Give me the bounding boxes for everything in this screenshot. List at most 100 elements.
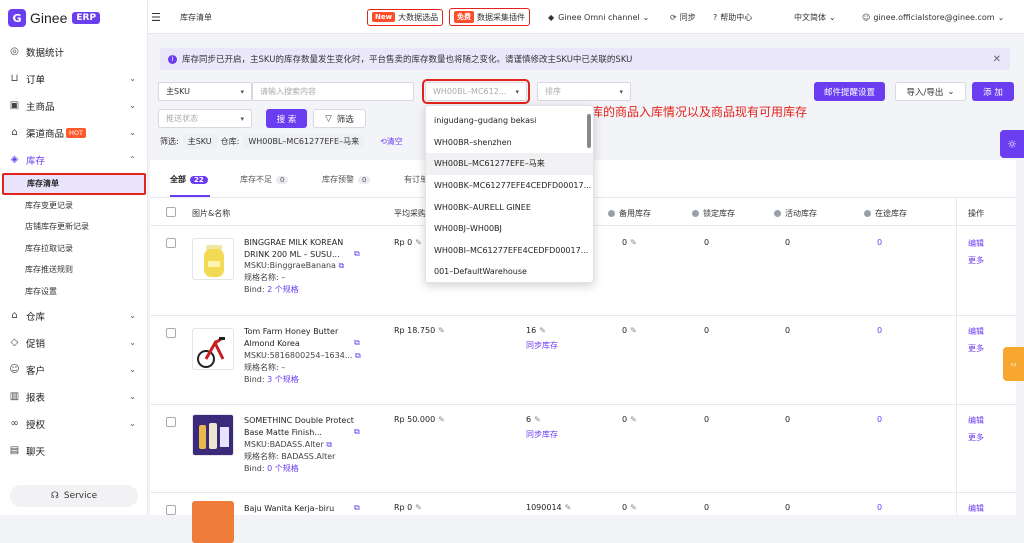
edit-button[interactable]: 编辑 [968,326,984,337]
copy-icon[interactable]: ⧉ [354,503,360,513]
edit-button[interactable]: 编辑 [968,415,984,426]
add-button[interactable]: 添 加 [972,82,1014,101]
push-status-select[interactable]: 推送状态 ▾ [158,109,252,128]
transit-stock[interactable]: 0 [877,326,882,335]
product-name[interactable]: Baju Wanita Kerja–biru [244,503,354,515]
edit-pencil-icon[interactable]: ✎ [415,238,422,247]
filter-chip-warehouse[interactable]: WH00BL–MC61277EFE–马来 [243,133,365,149]
warehouse-option[interactable]: WH00BK–MC61277EFE4CEDFD00017... [426,175,593,197]
warehouse-option[interactable]: inigudang–gudang bekasi [426,110,593,132]
more-button[interactable]: 更多 [968,343,984,354]
warehouse-option[interactable]: WH00BJ–WH00BJ [426,218,593,240]
language-select[interactable]: 中文简体 ⌄ [794,0,836,34]
filter-chip-sku[interactable]: 主SKU [182,133,217,149]
omni-channel-menu[interactable]: ◆ Ginee Omni channel ⌄ [548,0,649,34]
help-center-button[interactable]: ? 帮助中心 [713,0,752,34]
sidebar-sub-inventory-changes[interactable]: 库存变更记录 [0,195,148,217]
sync-stock-button[interactable]: 同步库存 [526,340,558,351]
row-checkbox[interactable] [166,238,176,248]
search-input[interactable]: 请输入搜索内容 [252,82,414,101]
sidebar-item-channel-products[interactable]: ⌂ 渠道商品 HOT ⌄ [0,119,148,146]
edit-pencil-icon[interactable]: ✎ [630,326,637,335]
sku-type-select[interactable]: 主SKU ▾ [158,82,252,101]
sidebar-item-warehouse[interactable]: ⌂ 仓库 ⌄ [0,302,148,329]
product-name[interactable]: Tom Farm Honey Butter Almond Korea [244,326,354,349]
filter-button[interactable]: ▽ 筛选 [313,109,366,128]
sidebar-item-chat[interactable]: ▤ 聊天 [0,437,148,464]
plugin-button[interactable]: 免费 数据采集插件 [449,0,530,34]
product-name[interactable]: SOMETHINC Double Protect Base Matte Fini… [244,415,354,438]
warehouse-option[interactable]: 001–DefaultWarehouse [426,261,593,282]
search-button[interactable]: 搜 索 [266,109,307,128]
edit-pencil-icon[interactable]: ✎ [534,415,541,424]
tab-all[interactable]: 全部 22 [170,174,208,185]
row-checkbox[interactable] [166,328,176,338]
warehouse-option[interactable]: WH00BI–MC61277EFE4CEDFD00017... [426,240,593,262]
sidebar-sub-push-rules[interactable]: 库存推送规则 [0,259,148,281]
edit-pencil-icon[interactable]: ✎ [630,238,637,247]
sidebar-item-products[interactable]: ▣ 主商品 ⌄ [0,92,148,119]
tab-low-stock[interactable]: 库存不足 0 [240,174,289,185]
menu-toggle-icon[interactable]: ☰ [151,0,161,34]
warehouse-option[interactable]: WH00BR–shenzhen [426,132,593,154]
copy-icon[interactable]: ⧉ [354,338,360,348]
edit-pencil-icon[interactable]: ✎ [438,415,445,424]
transit-stock[interactable]: 0 [877,238,882,247]
product-name[interactable]: BINGGRAE MILK KOREAN DRINK 200 ML – SUSU… [244,237,354,260]
more-button[interactable]: 更多 [968,255,984,266]
sync-button[interactable]: ⟳ 同步 [670,0,696,34]
edit-pencil-icon[interactable]: ✎ [630,415,637,424]
sidebar-item-orders[interactable]: ⊔ 订单 ⌄ [0,65,148,92]
edit-pencil-icon[interactable]: ✎ [415,503,422,512]
sync-stock-button[interactable]: 同步库存 [526,429,558,440]
account-menu[interactable]: ☺ ginee.officialstore@ginee.com ⌄ [862,0,1004,34]
sidebar-sub-stock-pull-log[interactable]: 库存拉取记录 [0,238,148,260]
mail-reminder-button[interactable]: 邮件提醒设置 [814,82,885,101]
more-button[interactable]: 更多 [968,432,984,443]
sidebar-item-authorization[interactable]: ∞ 授权 ⌄ [0,410,148,437]
bigdata-button[interactable]: New 大数据选品 [367,0,444,34]
tab-stock-warning[interactable]: 库存预警 0 [322,174,371,185]
edit-pencil-icon[interactable]: ✎ [539,326,546,335]
sidebar-sub-store-stock-updates[interactable]: 店铺库存更新记录 [0,216,148,238]
transit-stock[interactable]: 0 [877,503,882,512]
sidebar-item-dashboard[interactable]: ◎ 数据统计 [0,38,148,65]
logo[interactable]: G Ginee ERP [8,8,101,28]
clear-filters-button[interactable]: ⟲清空 [380,136,403,147]
copy-icon[interactable]: ⧉ [326,440,332,449]
sidebar-sub-inventory-list[interactable]: 库存清单 [2,173,146,195]
locked-stock: 0 [704,503,710,512]
sidebar-item-promotions[interactable]: ◇ 促销 ⌄ [0,329,148,356]
bind-link[interactable]: 0 个规格 [267,464,299,473]
sidebar-item-inventory[interactable]: ◈ 库存 ⌃ [0,146,148,173]
copy-icon[interactable]: ⧉ [355,351,361,360]
edit-button[interactable]: 编辑 [968,503,984,514]
dropdown-scrollbar[interactable] [587,114,591,148]
tips-bulb-icon[interactable]: ☼ [1000,130,1024,158]
edit-button[interactable]: 编辑 [968,238,984,249]
warehouse-select[interactable]: WH00BL–MC612... ▾ [422,79,530,104]
edit-pencil-icon[interactable]: ✎ [565,503,572,512]
row-checkbox[interactable] [166,417,176,427]
copy-icon[interactable]: ⧉ [354,249,360,259]
sort-select[interactable]: 排序 ▾ [537,82,631,101]
bind-link[interactable]: 2 个规格 [267,285,299,294]
sidebar-item-reports[interactable]: ▥ 报表 ⌄ [0,383,148,410]
bind-link[interactable]: 3 个规格 [267,375,299,384]
service-button[interactable]: ☊ Service [10,485,138,507]
row-checkbox[interactable] [166,505,176,515]
warehouse-option-selected[interactable]: WH00BL–MC61277EFE–马来 [426,153,593,175]
select-all-checkbox[interactable] [166,207,176,217]
import-export-button[interactable]: 导入/导出 ⌄ [895,82,966,101]
transit-stock[interactable]: 0 [877,415,882,424]
copy-icon[interactable]: ⧉ [339,261,345,270]
collapse-helper-icon[interactable]: ‹‹ [1003,347,1024,381]
sidebar-sub-inventory-settings[interactable]: 库存设置 [0,281,148,303]
copy-icon[interactable]: ⧉ [354,427,360,437]
close-icon[interactable]: ✕ [993,54,1001,65]
edit-pencil-icon[interactable]: ✎ [438,326,445,335]
logo-text: Ginee [30,10,68,26]
edit-pencil-icon[interactable]: ✎ [630,503,637,512]
sidebar-item-customers[interactable]: ☺ 客户 ⌄ [0,356,148,383]
warehouse-option[interactable]: WH00BK–AURELL GINEE [426,196,593,218]
